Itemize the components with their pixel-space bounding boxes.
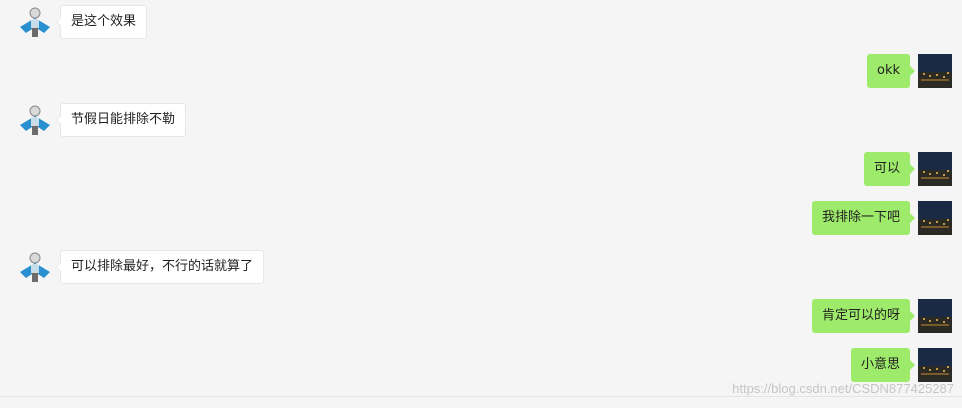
- sent-message-bubble[interactable]: 我排除一下吧: [811, 201, 916, 235]
- message-row: 可以: [0, 152, 962, 188]
- own-avatar-icon[interactable]: [918, 152, 952, 186]
- contact-avatar-icon[interactable]: [18, 5, 52, 39]
- message-row: 我排除一下吧: [0, 201, 962, 237]
- received-message-bubble[interactable]: 节假日能排除不勒: [55, 103, 187, 137]
- message-row: 是这个效果: [0, 5, 962, 41]
- own-avatar-icon[interactable]: [918, 201, 952, 235]
- message-row: 可以排除最好，不行的话就算了: [0, 250, 962, 286]
- own-avatar-icon[interactable]: [918, 299, 952, 333]
- sent-message-bubble[interactable]: 肯定可以的呀: [811, 299, 916, 333]
- contact-avatar-icon[interactable]: [18, 250, 52, 284]
- contact-avatar-icon[interactable]: [18, 103, 52, 137]
- message-row: okk: [0, 54, 962, 90]
- message-row: 肯定可以的呀: [0, 299, 962, 335]
- chat-window: 是这个效果 okk 节假日能排除不勒 可以 我排除一下吧 可以排除最好，不行的话…: [0, 0, 962, 408]
- sent-message-bubble[interactable]: okk: [866, 54, 916, 88]
- received-message-bubble[interactable]: 可以排除最好，不行的话就算了: [55, 250, 265, 284]
- divider: [0, 396, 962, 397]
- own-avatar-icon[interactable]: [918, 348, 952, 382]
- received-message-bubble[interactable]: 是这个效果: [55, 5, 148, 39]
- sent-message-bubble[interactable]: 可以: [863, 152, 916, 186]
- own-avatar-icon[interactable]: [918, 54, 952, 88]
- message-row: 小意思: [0, 348, 962, 384]
- message-row: 节假日能排除不勒: [0, 103, 962, 139]
- watermark: https://blog.csdn.net/CSDN877425287: [732, 381, 954, 396]
- sent-message-bubble[interactable]: 小意思: [850, 348, 916, 382]
